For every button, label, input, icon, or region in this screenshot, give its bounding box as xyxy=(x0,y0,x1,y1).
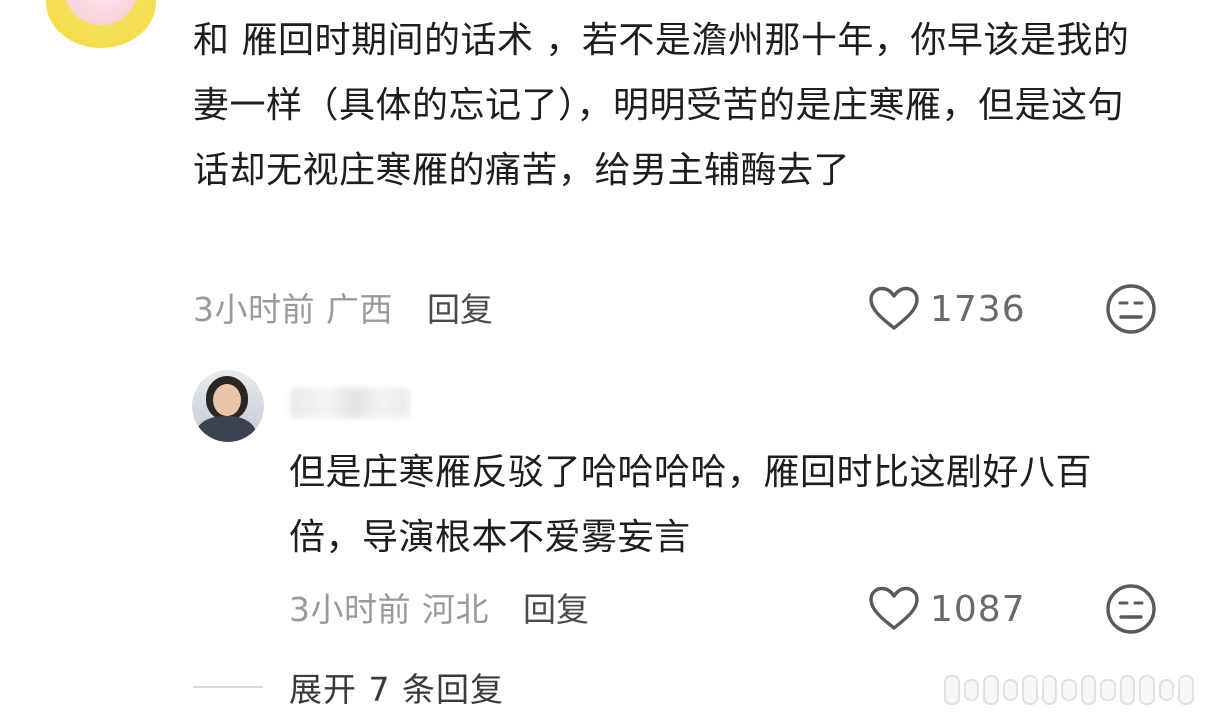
commenter-avatar[interactable] xyxy=(46,0,156,48)
watermark-glyph xyxy=(1100,679,1116,701)
watermark-glyph xyxy=(1022,675,1038,705)
main-comment-meta: 3小时前 广西 回复 xyxy=(193,282,493,332)
neutral-face-icon[interactable] xyxy=(1105,283,1157,335)
watermark-glyph xyxy=(1041,675,1058,705)
main-comment-reply-button[interactable]: 回复 xyxy=(427,283,493,331)
reply-comment-time-location: 3小时前 河北 xyxy=(289,590,489,629)
reply-comment-meta: 3小时前 河北 回复 xyxy=(289,582,589,632)
watermark-glyph xyxy=(1158,679,1175,701)
watermark-glyph xyxy=(1061,679,1077,701)
neutral-face-icon[interactable] xyxy=(1105,583,1157,635)
reply-comment-text: 但是庄寒雁反驳了哈哈哈哈，雁回时比这剧好八百倍，导演根本不爱雾妄言 xyxy=(289,452,1093,558)
watermark-glyph xyxy=(1139,675,1155,705)
reply-comment-like-count: 1087 xyxy=(930,588,1026,630)
watermark-logo xyxy=(944,673,1194,707)
watermark-glyph xyxy=(944,675,960,705)
heart-outline-icon[interactable] xyxy=(868,286,920,332)
expand-replies-label[interactable]: 展开 7 条回复 xyxy=(289,663,504,711)
watermark-glyph xyxy=(1002,679,1019,701)
watermark-glyph xyxy=(1119,675,1136,705)
reply-comment-like-button[interactable]: 1087 xyxy=(868,584,1026,634)
avatar-face xyxy=(213,384,241,416)
expand-replies-button[interactable]: 展开 7 条回复 xyxy=(193,662,504,712)
reply-avatar[interactable] xyxy=(192,370,264,442)
main-comment-like-button[interactable]: 1736 xyxy=(868,284,1026,334)
reply-comment-reply-button[interactable]: 回复 xyxy=(523,583,589,631)
main-comment-text: 和 雁回时期间的话术 ，若不是澹州那十年，你早该是我的妻一样（具体的忘记了），明… xyxy=(193,20,1130,191)
expand-divider xyxy=(193,686,263,688)
watermark-glyph xyxy=(963,679,980,701)
blurred-username xyxy=(290,388,410,418)
watermark-glyph xyxy=(1080,675,1097,705)
main-comment-like-count: 1736 xyxy=(930,288,1026,330)
watermark-glyph xyxy=(983,675,999,705)
watermark-glyph xyxy=(1178,675,1194,705)
main-comment-time-location: 3小时前 广西 xyxy=(193,290,393,329)
avatar-body xyxy=(196,416,256,442)
heart-outline-icon[interactable] xyxy=(868,586,920,632)
